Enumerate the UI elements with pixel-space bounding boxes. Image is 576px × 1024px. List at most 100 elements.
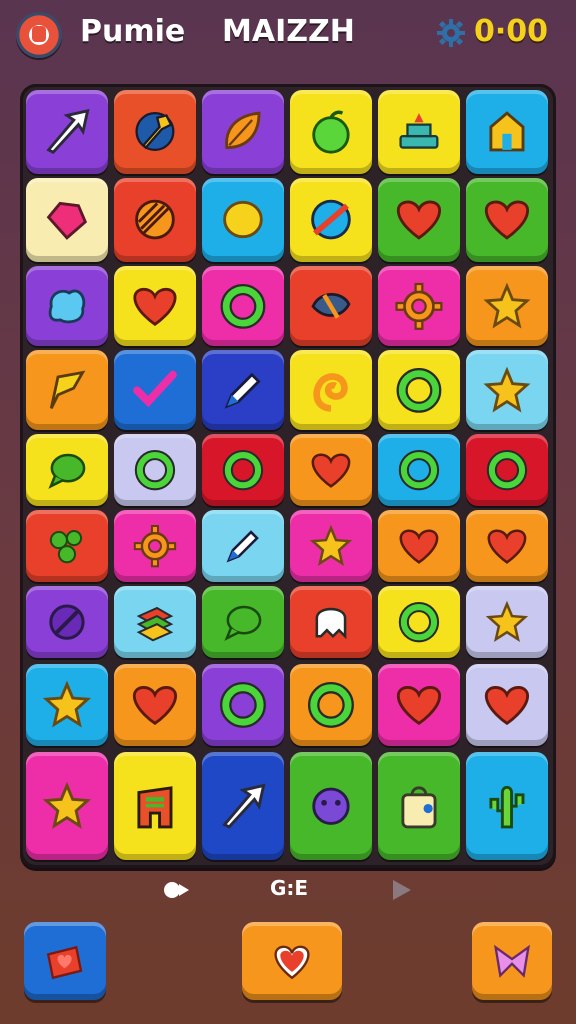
tile[interactable] (26, 350, 108, 430)
tile[interactable] (290, 752, 372, 860)
tile[interactable] (466, 510, 548, 582)
heart-icon (396, 201, 442, 241)
tile[interactable] (202, 434, 284, 506)
tile[interactable] (26, 266, 108, 346)
tile[interactable] (114, 752, 196, 860)
tile[interactable] (378, 510, 460, 582)
tile[interactable] (378, 586, 460, 658)
tile[interactable] (378, 178, 460, 262)
tile[interactable] (290, 178, 372, 262)
ring-icon (134, 449, 176, 491)
tile[interactable] (202, 752, 284, 860)
heart-book-button[interactable] (24, 922, 106, 1000)
tile[interactable] (466, 664, 548, 746)
tile[interactable] (290, 664, 372, 746)
tile[interactable] (114, 664, 196, 746)
heart-icon (132, 686, 178, 726)
gear-icon (395, 282, 443, 330)
record-icon[interactable] (162, 876, 192, 904)
tile[interactable] (378, 266, 460, 346)
logo-icon[interactable] (16, 12, 62, 58)
heart-icon (133, 287, 177, 326)
tile[interactable] (290, 350, 372, 430)
tile[interactable] (378, 752, 460, 860)
tile[interactable] (466, 350, 548, 430)
tile[interactable] (290, 90, 372, 174)
tile[interactable] (378, 664, 460, 746)
tile[interactable] (378, 90, 460, 174)
score-counter: 0·00 (474, 14, 549, 49)
tile[interactable] (114, 434, 196, 506)
tile[interactable] (114, 586, 196, 658)
flag-icon (49, 370, 86, 409)
tile[interactable] (466, 752, 548, 860)
ring-icon (308, 682, 354, 728)
tile[interactable] (290, 434, 372, 506)
ring-icon (220, 283, 266, 329)
tile[interactable] (290, 510, 372, 582)
planet-icon (311, 200, 351, 240)
ring-icon (396, 367, 442, 413)
heart-icon (487, 529, 527, 564)
heart-icon (311, 453, 351, 488)
gem-icon (46, 202, 88, 241)
tile[interactable] (26, 752, 108, 860)
no-icon (49, 604, 85, 640)
tile[interactable] (202, 664, 284, 746)
leaf-icon (225, 112, 261, 150)
tile[interactable] (26, 90, 108, 174)
ring-icon (398, 449, 440, 491)
heart-icon (484, 686, 530, 726)
play-icon[interactable] (390, 876, 414, 904)
swirl-icon (313, 372, 348, 412)
star-icon (309, 524, 353, 566)
tile[interactable] (466, 266, 548, 346)
tile[interactable] (114, 350, 196, 430)
heart-icon (484, 201, 530, 241)
tile[interactable] (26, 178, 108, 262)
tile[interactable] (26, 664, 108, 746)
blob-icon (48, 289, 86, 323)
mode-label[interactable]: G:E (270, 876, 308, 904)
tile[interactable] (202, 586, 284, 658)
gear-icon[interactable] (436, 18, 466, 48)
tile[interactable] (378, 434, 460, 506)
ball-icon (135, 200, 175, 240)
tile[interactable] (290, 586, 372, 658)
tile[interactable] (26, 586, 108, 658)
tile[interactable] (378, 350, 460, 430)
tile[interactable] (202, 510, 284, 582)
star-icon (483, 366, 531, 413)
tile[interactable] (466, 178, 548, 262)
tile[interactable] (202, 178, 284, 262)
bubble-icon (224, 605, 262, 641)
tile[interactable] (466, 90, 548, 174)
tile[interactable] (202, 266, 284, 346)
stack-icon (136, 606, 174, 642)
tile[interactable] (26, 510, 108, 582)
heart-button[interactable] (242, 922, 342, 1000)
ring-icon (486, 449, 528, 491)
tile[interactable] (466, 434, 548, 506)
pen-icon (224, 372, 261, 409)
tile[interactable] (202, 350, 284, 430)
tile[interactable] (114, 266, 196, 346)
tile[interactable] (466, 586, 548, 658)
tile[interactable] (26, 434, 108, 506)
ring-icon (398, 601, 440, 643)
ring-icon (220, 682, 266, 728)
bow-button[interactable] (472, 922, 552, 1000)
star-icon (42, 680, 92, 728)
cake-icon (399, 113, 439, 150)
tile[interactable] (290, 266, 372, 346)
tile[interactable] (202, 90, 284, 174)
apple-icon (312, 111, 350, 155)
wrench-icon (135, 112, 175, 152)
tile[interactable] (114, 178, 196, 262)
tile[interactable] (114, 90, 196, 174)
tile[interactable] (114, 510, 196, 582)
ring-icon (222, 449, 264, 491)
gear-icon (133, 524, 177, 568)
bag-icon (401, 786, 437, 829)
game-title: MAIZZH (222, 14, 355, 49)
